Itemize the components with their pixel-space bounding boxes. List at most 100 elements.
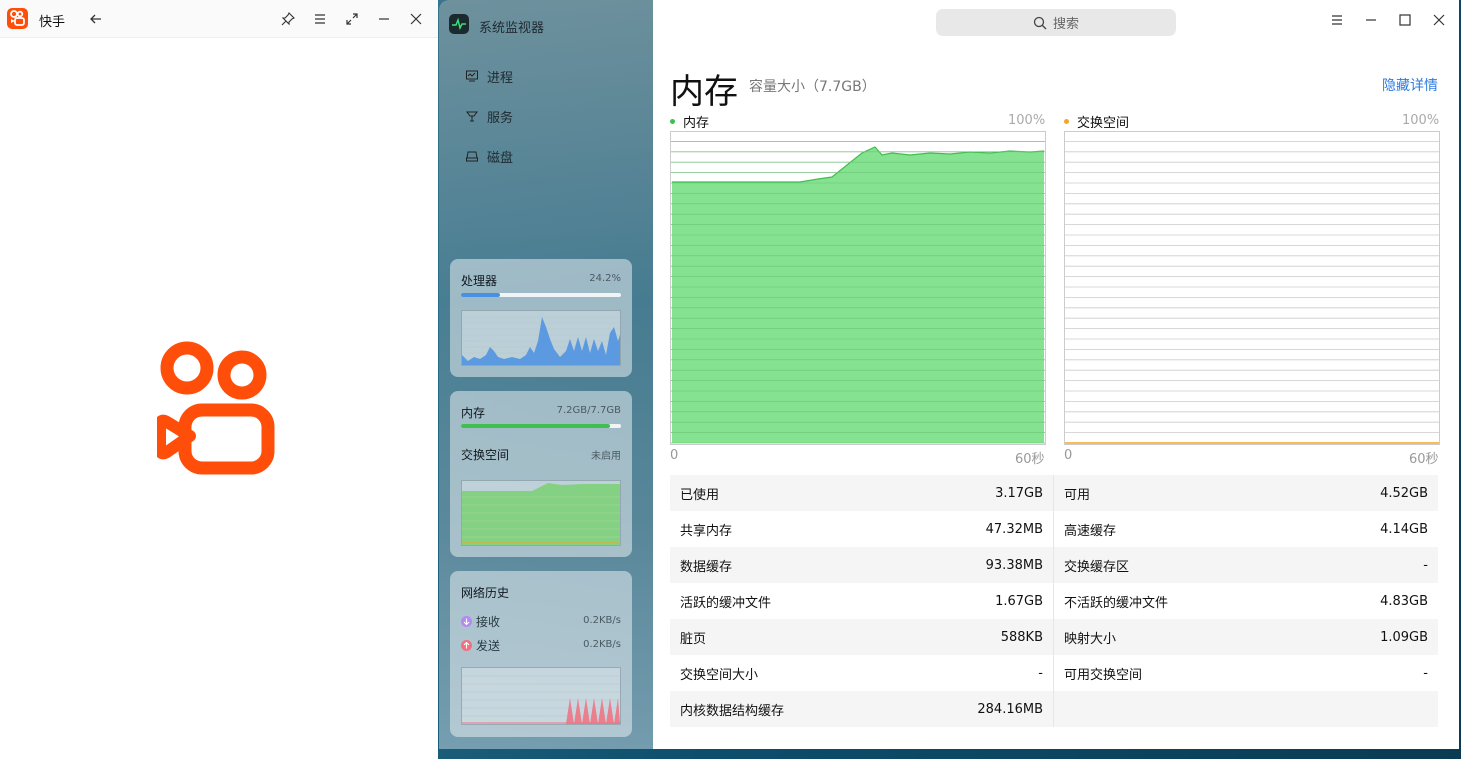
table-row: 内核数据结构缓存 284.16MB	[670, 691, 1438, 727]
swap-x-end: 60秒	[1409, 452, 1439, 467]
table-row: 已使用 3.17GB 可用 4.52GB	[670, 475, 1438, 511]
memory-chart-label: 内存	[683, 116, 710, 131]
cpu-usage-bar	[461, 293, 621, 297]
download-arrow-icon	[461, 616, 472, 627]
sidebar-item-label: 磁盘	[487, 150, 514, 166]
table-row: 数据缓存 93.38MB 交换缓存区 -	[670, 547, 1438, 583]
monitor-icon	[466, 70, 478, 82]
cpu-card-title: 处理器	[461, 274, 498, 288]
sidebar-item-label: 进程	[487, 70, 514, 86]
swap-chart-max: 100%	[1402, 113, 1440, 128]
network-send-row: 发送	[461, 637, 500, 654]
stat-value: 4.14GB	[1380, 521, 1428, 537]
disk-icon	[466, 151, 478, 162]
stat-value: 588KB	[1000, 629, 1043, 645]
memory-card[interactable]: 内存 7.2GB/7.7GB 交换空间 未启用	[450, 391, 632, 557]
network-card[interactable]: 网络历史 接收 0.2KB/s 发送 0.2KB/s	[450, 571, 632, 737]
cpu-card-value: 24.2%	[589, 273, 621, 284]
sidebar-item-disk[interactable]: 磁盘	[465, 146, 513, 166]
close-icon[interactable]	[1427, 8, 1451, 32]
cpu-mini-chart	[461, 310, 621, 366]
menu-icon[interactable]	[1325, 8, 1349, 32]
stat-label: 不活跃的缓冲文件	[1064, 595, 1169, 611]
main-content: 搜索 内存 容量大小（7.7GB） 隐藏详情 内存 100% 0 60秒 交换空…	[653, 0, 1459, 749]
stat-value: 93.38MB	[985, 557, 1043, 573]
memory-card-title: 内存	[461, 406, 486, 420]
hide-details-link[interactable]: 隐藏详情	[1382, 75, 1438, 95]
memory-usage-bar	[461, 424, 621, 428]
app-title: 系统监视器	[479, 21, 545, 36]
cpu-card[interactable]: 处理器 24.2%	[450, 259, 632, 377]
menu-icon[interactable]	[308, 7, 332, 31]
minimize-icon[interactable]	[372, 7, 396, 31]
kuaishou-title: 快手	[39, 15, 66, 30]
kuaishou-titlebar: 快手	[0, 0, 438, 38]
search-input[interactable]: 搜索	[936, 9, 1176, 36]
memory-mini-chart	[461, 480, 621, 546]
swap-chart-label: 交换空间	[1077, 116, 1130, 131]
back-arrow-icon[interactable]	[84, 7, 108, 31]
sidebar-item-processes[interactable]: 进程	[465, 66, 513, 86]
receive-label: 接收	[476, 615, 501, 629]
search-icon	[1033, 16, 1047, 29]
stat-label: 可用交换空间	[1064, 667, 1143, 683]
page-title: 内存	[670, 72, 738, 112]
minimize-icon[interactable]	[1359, 8, 1383, 32]
stat-label: 脏页	[680, 631, 707, 647]
network-receive-row: 接收	[461, 613, 500, 630]
maximize-icon[interactable]	[1393, 8, 1417, 32]
stat-label: 可用	[1064, 487, 1091, 503]
stat-value: 3.17GB	[995, 485, 1043, 501]
stat-value: 4.83GB	[1380, 593, 1428, 609]
swap-chart	[1064, 131, 1440, 445]
pin-icon[interactable]	[276, 7, 300, 31]
kuaishou-app-icon	[7, 8, 28, 29]
stat-value: -	[1038, 665, 1043, 681]
stat-label: 共享内存	[680, 523, 733, 539]
swap-chart-legend: 交换空间	[1064, 112, 1129, 131]
sidebar-item-services[interactable]: 服务	[465, 106, 513, 126]
memory-x-end: 60秒	[1015, 452, 1045, 467]
stat-label: 内核数据结构缓存	[680, 703, 785, 719]
swap-dot	[1064, 119, 1069, 124]
stat-label: 高速缓存	[1064, 523, 1117, 539]
memory-chart-legend: 内存	[670, 112, 709, 131]
memory-chart-max: 100%	[1008, 113, 1046, 128]
stat-label: 活跃的缓冲文件	[680, 595, 772, 611]
stat-label: 数据缓存	[680, 559, 733, 575]
sidebar: 系统监视器 进程 服务 磁盘 处理器 24.2% 内存 7.2GB/7.7GB …	[439, 0, 653, 749]
swap-card-value: 未启用	[591, 451, 621, 462]
network-card-title: 网络历史	[461, 586, 510, 600]
stat-label: 交换缓存区	[1064, 559, 1130, 575]
services-icon	[466, 111, 478, 122]
swap-x-start: 0	[1064, 448, 1073, 463]
stat-value: 1.67GB	[995, 593, 1043, 609]
table-row: 活跃的缓冲文件 1.67GB 不活跃的缓冲文件 4.83GB	[670, 583, 1438, 619]
fullscreen-icon[interactable]	[340, 7, 364, 31]
network-mini-chart	[461, 667, 621, 725]
memory-x-start: 0	[670, 448, 679, 463]
stat-value: 284.16MB	[977, 701, 1043, 717]
memory-chart	[670, 131, 1046, 445]
memory-card-value: 7.2GB/7.7GB	[556, 405, 621, 416]
table-row: 脏页 588KB 映射大小 1.09GB	[670, 619, 1438, 655]
close-icon[interactable]	[404, 7, 428, 31]
stat-label: 已使用	[680, 487, 720, 503]
cpu-usage-fill	[461, 293, 500, 297]
stat-label: 交换空间大小	[680, 667, 759, 683]
search-placeholder: 搜索	[1052, 17, 1079, 32]
stat-value: 47.32MB	[985, 521, 1043, 537]
kuaishou-window: 快手	[0, 0, 438, 759]
send-label: 发送	[476, 639, 501, 653]
page-subtitle: 容量大小（7.7GB）	[749, 79, 876, 95]
memory-stats-table: 已使用 3.17GB 可用 4.52GB 共享内存 47.32MB 高速缓存 4.14G…	[670, 475, 1438, 727]
system-monitor-app-icon	[449, 14, 469, 34]
table-row: 共享内存 47.32MB 高速缓存 4.14GB	[670, 511, 1438, 547]
kuaishou-logo	[154, 340, 277, 475]
stat-value: 1.09GB	[1380, 629, 1428, 645]
memory-dot	[670, 119, 675, 124]
system-monitor-window: 系统监视器 进程 服务 磁盘 处理器 24.2% 内存 7.2GB/7.7GB …	[439, 0, 1459, 749]
stat-value: -	[1423, 557, 1428, 573]
sidebar-item-label: 服务	[487, 110, 514, 126]
receive-value: 0.2KB/s	[583, 615, 621, 626]
